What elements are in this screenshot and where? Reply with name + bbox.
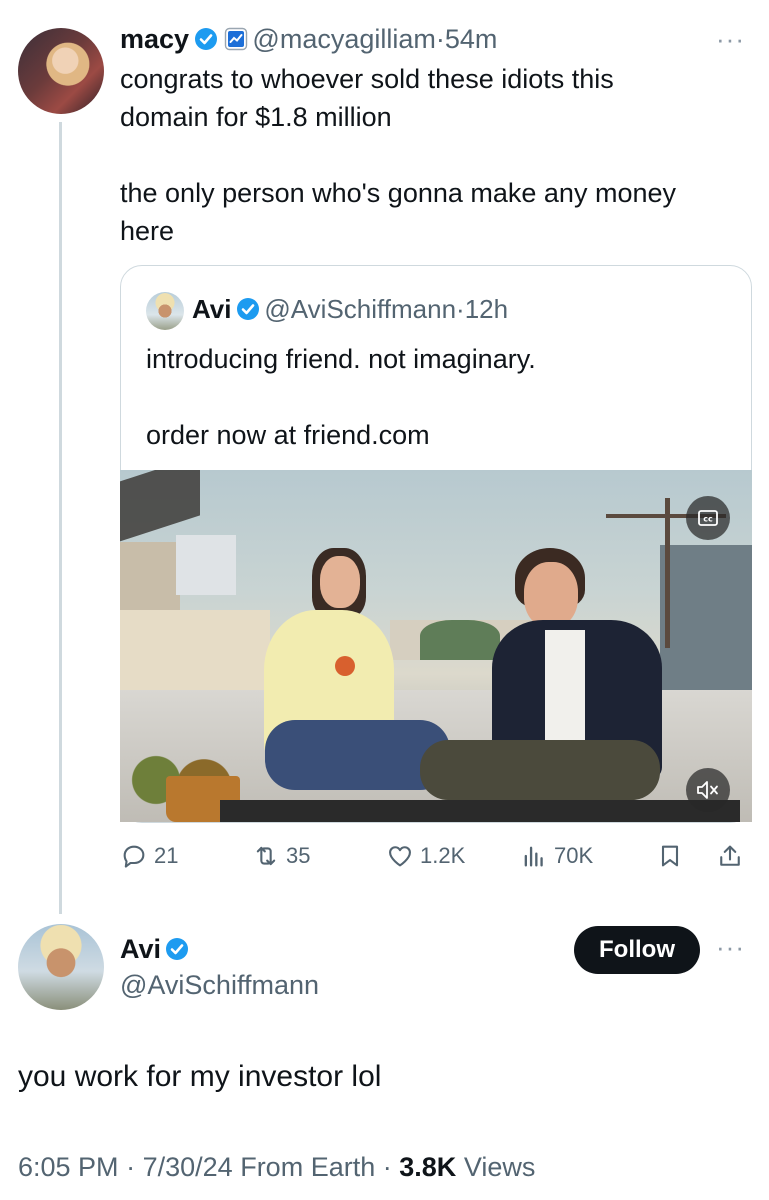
reply-date[interactable]: 7/30/24 — [143, 1152, 233, 1182]
author-name[interactable]: macy — [120, 24, 189, 54]
reply-source: From Earth — [240, 1152, 376, 1182]
captions-button[interactable]: cc — [686, 496, 730, 540]
reply-time[interactable]: 6:05 PM — [18, 1152, 119, 1182]
reply-count: 21 — [154, 843, 179, 868]
video-player[interactable]: cc — [120, 470, 752, 822]
quoted-text-line: order now at friend.com — [146, 420, 430, 450]
author-handle[interactable]: @macyagilliam — [252, 24, 435, 54]
tweet-text-line: congrats to whoever sold these idiots th… — [120, 64, 614, 94]
reply-author: Avi — [120, 934, 189, 965]
tweet-time[interactable]: 54m — [445, 24, 498, 54]
like-count: 1.2K — [420, 843, 466, 868]
reply-action[interactable]: 21 — [120, 842, 178, 870]
reply-text: you work for my investor lol — [18, 1060, 382, 1093]
share-action[interactable] — [716, 842, 744, 870]
quoted-tweet-time[interactable]: 12h — [465, 294, 508, 324]
like-action[interactable]: 1.2K — [386, 842, 465, 870]
quoted-author-handle[interactable]: @AviSchiffmann — [264, 294, 456, 324]
quoted-author-name[interactable]: Avi — [192, 294, 232, 324]
analytics-icon — [524, 846, 543, 867]
verified-badge-icon — [194, 28, 217, 50]
reply-author-name[interactable]: Avi — [120, 934, 161, 964]
follow-button[interactable]: Follow — [574, 926, 700, 974]
views-count: 70K — [554, 843, 594, 868]
quoted-tweet-text: introducing friend. not imaginary. order… — [146, 340, 536, 454]
retweet-action[interactable]: 35 — [252, 842, 310, 870]
views-action[interactable]: 70K — [520, 842, 593, 870]
quoted-author-avatar[interactable] — [146, 292, 184, 330]
thread-connector-line — [59, 122, 62, 914]
quoted-tweet-header: Avi @AviSchiffmann·12h — [192, 294, 508, 325]
tweet-header: macy @macyagilliam·54m — [120, 24, 497, 55]
heart-icon — [389, 846, 411, 867]
verified-badge-icon — [236, 298, 259, 320]
more-options-icon[interactable]: ··· — [716, 932, 745, 963]
separator-dot: · — [456, 294, 465, 324]
retweet-count: 35 — [286, 843, 311, 868]
mute-button[interactable] — [686, 768, 730, 812]
separator-dot: · — [126, 1152, 136, 1182]
avatar-macy[interactable] — [18, 28, 104, 114]
verified-badge-icon — [166, 938, 189, 960]
reply-author-handle[interactable]: @AviSchiffmann — [120, 970, 319, 1001]
tweet-text-line: here — [120, 216, 175, 246]
muted-speaker-icon — [697, 781, 718, 799]
svg-text:cc: cc — [703, 515, 713, 524]
tweet-text-line: domain for $1.8 million — [120, 102, 392, 132]
tweet-text-line: the only person who's gonna make any mon… — [120, 178, 676, 208]
more-options-icon[interactable]: ··· — [716, 24, 745, 55]
affiliate-badge-icon — [224, 27, 248, 51]
bookmark-action[interactable] — [656, 842, 684, 870]
separator-dot: · — [435, 24, 445, 54]
reply-views-label: Views — [463, 1152, 536, 1182]
quoted-text-line: introducing friend. not imaginary. — [146, 344, 536, 374]
retweet-icon — [256, 846, 276, 866]
tweet-text: congrats to whoever sold these idiots th… — [120, 60, 676, 250]
share-icon — [720, 845, 740, 866]
bookmark-icon — [661, 845, 679, 867]
reply-icon — [123, 845, 145, 868]
tweet-meta: 6:05 PM · 7/30/24 From Earth · 3.8K View… — [18, 1152, 535, 1183]
closed-captions-icon: cc — [698, 510, 718, 526]
avatar-avi[interactable] — [18, 924, 104, 1010]
separator-dot: · — [382, 1152, 392, 1182]
reply-views-count: 3.8K — [399, 1152, 457, 1182]
